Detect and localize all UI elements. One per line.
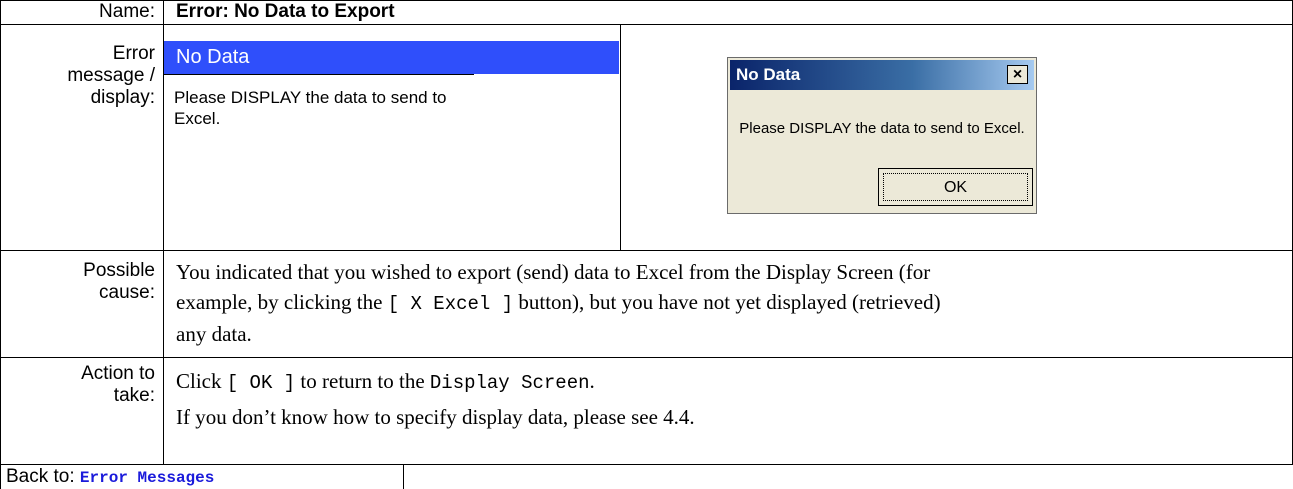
close-icon[interactable]: ×	[1007, 65, 1028, 84]
action-label: Action to take:	[0, 363, 155, 407]
label-line: take:	[113, 385, 155, 406]
action-line-1: Click [ OK ] to return to the Display Sc…	[176, 364, 1286, 400]
ok-button-ref: [ OK ]	[226, 372, 296, 394]
back-row: Back to: Error Messages	[6, 466, 401, 489]
label-line: message /	[67, 65, 155, 86]
action-line-2: If you don’t know how to specify display…	[176, 405, 695, 429]
error-message-label: Error message / display:	[0, 43, 155, 109]
action-text: Click [ OK ] to return to the Display Sc…	[176, 364, 1286, 434]
cause-line-1: You indicated that you wished to export …	[176, 260, 931, 284]
error-messages-link[interactable]: Error Messages	[80, 469, 214, 487]
cause-line-2: example, by clicking the [ X Excel ] but…	[176, 287, 1286, 319]
table-border-row1	[0, 24, 1293, 25]
ok-button-frame[interactable]: OK	[878, 168, 1033, 206]
mock-body: Please DISPLAY the data to send to Excel…	[164, 74, 474, 246]
cause-text: button), but you have not yet displayed …	[513, 290, 941, 314]
back-cell-divider	[403, 464, 404, 489]
table-border-row2	[0, 250, 1293, 251]
label-line: Action to	[81, 363, 155, 384]
possible-cause-label: Possible cause:	[0, 260, 155, 304]
possible-cause-text: You indicated that you wished to export …	[176, 257, 1286, 349]
table-border-row3	[0, 357, 1293, 358]
cause-text: example, by clicking the	[176, 290, 388, 314]
ok-button[interactable]: OK	[878, 168, 1035, 208]
error-message-mock: No Data Please DISPLAY the data to send …	[164, 41, 619, 247]
name-label: Name:	[99, 1, 155, 22]
label-line: Error	[112, 43, 155, 64]
cause-line-3: any data.	[176, 322, 252, 346]
mock-title: No Data	[164, 41, 619, 74]
action-text-part: .	[589, 369, 595, 393]
action-text-part: to return to the	[295, 369, 430, 393]
page-title: Error: No Data to Export	[176, 1, 395, 22]
excel-button-ref: [ X Excel ]	[387, 293, 514, 315]
action-text-part: Click	[176, 369, 227, 393]
dialog-title: No Data ×	[730, 60, 1034, 90]
display-screen-ref: Display Screen	[429, 372, 590, 394]
back-label: Back to:	[6, 466, 80, 487]
table-border-row4	[0, 464, 1293, 465]
dialog-message: Please DISPLAY the data to send to Excel…	[739, 120, 1025, 137]
error-cell-divider	[620, 24, 621, 251]
error-dialog-screenshot: No Data × Please DISPLAY the data to sen…	[727, 57, 1037, 214]
ok-button-label[interactable]: OK	[883, 173, 1028, 201]
label-line: cause:	[99, 282, 155, 303]
label-line: display:	[90, 87, 155, 108]
dialog-title-text: No Data	[736, 65, 801, 84]
label-line: Possible	[83, 260, 155, 281]
